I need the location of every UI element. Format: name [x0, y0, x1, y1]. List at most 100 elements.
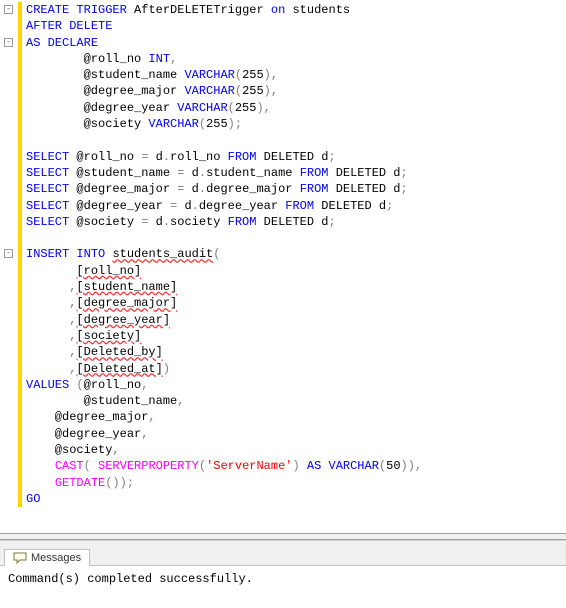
code-line[interactable]: SELECT @degree_year = d.degree_year FROM… — [0, 198, 566, 214]
code-line[interactable] — [0, 132, 566, 148]
code-line[interactable]: @student_name VARCHAR(255), — [0, 67, 566, 83]
code-line[interactable]: -CREATE TRIGGER AfterDELETETrigger on st… — [0, 2, 566, 18]
code-text: @student_name VARCHAR(255), — [24, 67, 278, 83]
code-line[interactable] — [0, 230, 566, 246]
code-line[interactable]: @roll_no INT, — [0, 51, 566, 67]
gutter — [0, 51, 24, 67]
gutter — [0, 165, 24, 181]
code-text: ,[society] — [24, 328, 141, 344]
code-text: @roll_no INT, — [24, 51, 177, 67]
results-tab-strip: Messages — [0, 541, 566, 566]
gutter — [0, 312, 24, 328]
code-text — [24, 132, 33, 148]
results-pane: Messages Command(s) completed successful… — [0, 540, 566, 606]
gutter — [0, 393, 24, 409]
gutter — [0, 426, 24, 442]
messages-output[interactable]: Command(s) completed successfully. — [0, 566, 566, 592]
code-text: SELECT @degree_year = d.degree_year FROM… — [24, 198, 393, 214]
gutter — [0, 230, 24, 246]
code-line[interactable]: GETDATE()); — [0, 475, 566, 491]
code-line[interactable]: @degree_major VARCHAR(255), — [0, 83, 566, 99]
code-text: @degree_year, — [24, 426, 148, 442]
code-line[interactable]: AFTER DELETE — [0, 18, 566, 34]
code-line[interactable]: ,[student_name] — [0, 279, 566, 295]
code-line[interactable]: VALUES (@roll_no, — [0, 377, 566, 393]
code-line[interactable]: CAST( SERVERPROPERTY('ServerName') AS VA… — [0, 458, 566, 474]
messages-icon — [13, 552, 27, 564]
code-text: SELECT @society = d.society FROM DELETED… — [24, 214, 336, 230]
gutter — [0, 67, 24, 83]
code-line[interactable]: SELECT @degree_major = d.degree_major FR… — [0, 181, 566, 197]
code-text: VALUES (@roll_no, — [24, 377, 148, 393]
code-line[interactable]: - INSERT INTO students_audit( — [0, 246, 566, 262]
code-text: GO — [24, 491, 40, 507]
code-line[interactable]: ,[society] — [0, 328, 566, 344]
code-line[interactable]: @degree_year VARCHAR(255), — [0, 100, 566, 116]
code-line[interactable]: @society, — [0, 442, 566, 458]
code-line[interactable]: @degree_year, — [0, 426, 566, 442]
gutter — [0, 116, 24, 132]
code-line[interactable]: @degree_major, — [0, 409, 566, 425]
gutter — [0, 279, 24, 295]
code-text: SELECT @degree_major = d.degree_major FR… — [24, 181, 408, 197]
code-text: SELECT @roll_no = d.roll_no FROM DELETED… — [24, 149, 336, 165]
gutter — [0, 377, 24, 393]
gutter — [0, 18, 24, 34]
code-line[interactable]: ,[degree_year] — [0, 312, 566, 328]
gutter — [0, 475, 24, 491]
code-text: @student_name, — [24, 393, 184, 409]
code-line[interactable]: - AS DECLARE — [0, 35, 566, 51]
fold-toggle-icon[interactable]: - — [4, 38, 13, 47]
code-text: ,[degree_year] — [24, 312, 170, 328]
gutter — [0, 344, 24, 360]
code-line[interactable]: ,[degree_major] — [0, 295, 566, 311]
fold-toggle-icon[interactable]: - — [4, 5, 13, 14]
code-line[interactable]: @society VARCHAR(255); — [0, 116, 566, 132]
code-text: CAST( SERVERPROPERTY('ServerName') AS VA… — [24, 458, 422, 474]
code-text: @degree_major VARCHAR(255), — [24, 83, 278, 99]
gutter — [0, 295, 24, 311]
gutter — [0, 442, 24, 458]
code-text: [roll_no] — [24, 263, 141, 279]
code-text: @society, — [24, 442, 120, 458]
gutter: - — [0, 2, 24, 18]
gutter — [0, 409, 24, 425]
code-text: ,[Deleted_at]) — [24, 361, 170, 377]
code-line[interactable]: GO — [0, 491, 566, 507]
pane-splitter[interactable] — [0, 533, 566, 540]
gutter — [0, 458, 24, 474]
gutter — [0, 491, 24, 507]
gutter — [0, 100, 24, 116]
code-text: INSERT INTO students_audit( — [24, 246, 220, 262]
gutter — [0, 198, 24, 214]
code-text: @society VARCHAR(255); — [24, 116, 242, 132]
code-text: ,[student_name] — [24, 279, 177, 295]
code-line[interactable]: SELECT @student_name = d.student_name FR… — [0, 165, 566, 181]
code-text: ,[degree_major] — [24, 295, 177, 311]
gutter — [0, 328, 24, 344]
code-text — [24, 230, 33, 246]
code-line[interactable]: ,[Deleted_by] — [0, 344, 566, 360]
fold-toggle-icon[interactable]: - — [4, 249, 13, 258]
gutter — [0, 181, 24, 197]
code-text: AS DECLARE — [24, 35, 98, 51]
gutter — [0, 214, 24, 230]
gutter — [0, 361, 24, 377]
tab-messages[interactable]: Messages — [4, 549, 90, 566]
code-text: @degree_major, — [24, 409, 156, 425]
code-line[interactable]: ,[Deleted_at]) — [0, 361, 566, 377]
code-line[interactable]: SELECT @roll_no = d.roll_no FROM DELETED… — [0, 149, 566, 165]
code-text: SELECT @student_name = d.student_name FR… — [24, 165, 408, 181]
code-line[interactable]: SELECT @society = d.society FROM DELETED… — [0, 214, 566, 230]
sql-code-editor[interactable]: -CREATE TRIGGER AfterDELETETrigger on st… — [0, 0, 566, 533]
code-text: GETDATE()); — [24, 475, 134, 491]
gutter — [0, 149, 24, 165]
gutter — [0, 132, 24, 148]
messages-text: Command(s) completed successfully. — [8, 572, 253, 586]
gutter — [0, 263, 24, 279]
gutter — [0, 83, 24, 99]
code-text: AFTER DELETE — [24, 18, 112, 34]
code-line[interactable]: [roll_no] — [0, 263, 566, 279]
code-line[interactable]: @student_name, — [0, 393, 566, 409]
code-text: ,[Deleted_by] — [24, 344, 163, 360]
